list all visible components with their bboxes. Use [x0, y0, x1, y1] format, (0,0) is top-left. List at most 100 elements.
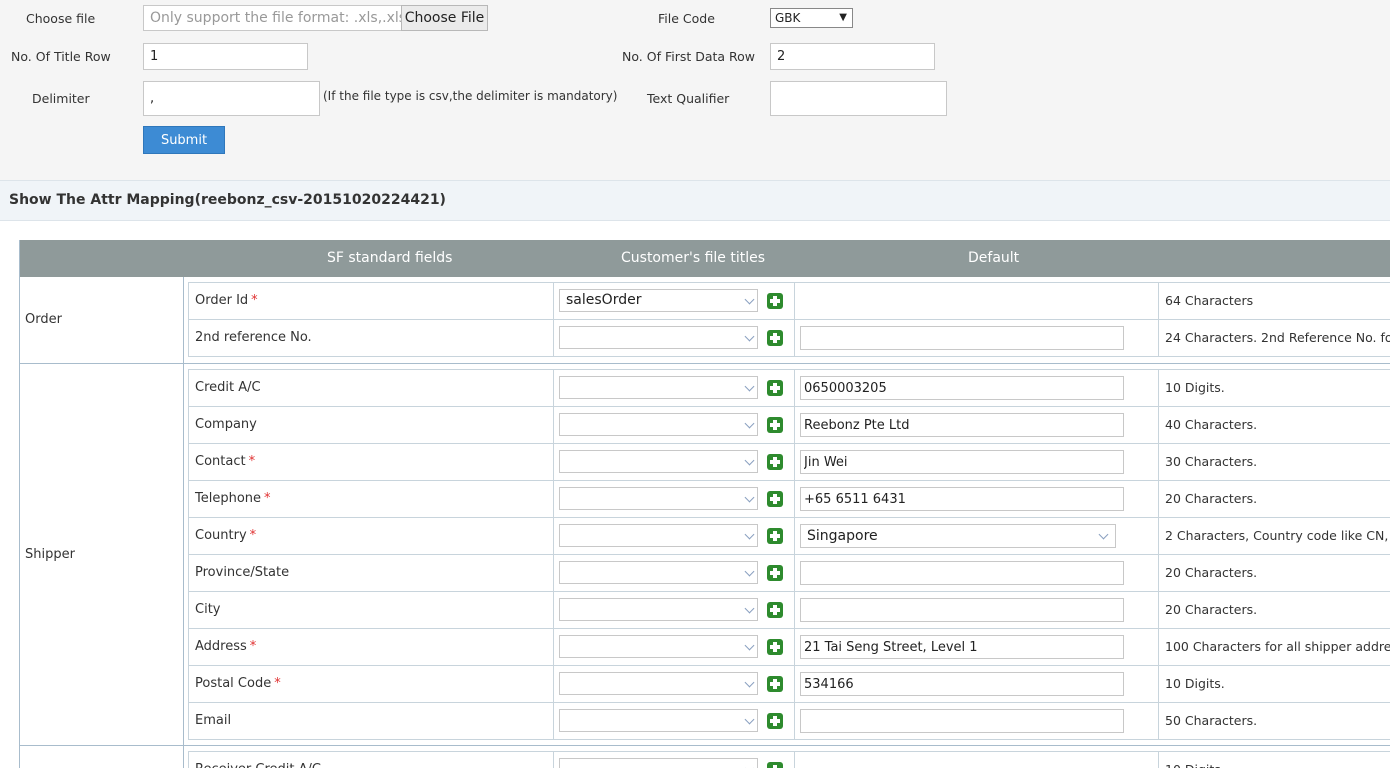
group-rows: Receiver Credit A/C 10 Digits.: [188, 751, 1390, 768]
default-value: Singapore: [807, 528, 878, 544]
field-name: 2nd reference No.: [195, 330, 312, 345]
table-row: Order Id * salesOrder 64 Characters: [189, 283, 1390, 320]
file-title-cell: [554, 592, 795, 628]
file-title-cell: [554, 370, 795, 406]
add-plus-icon[interactable]: [767, 380, 783, 396]
file-title-select[interactable]: [559, 487, 758, 510]
field-name: Postal Code: [195, 676, 272, 691]
file-title-cell: [554, 481, 795, 517]
title-row-label: No. Of Title Row: [11, 49, 111, 64]
default-input[interactable]: [800, 709, 1124, 733]
required-marker: *: [249, 639, 257, 654]
section-title: Show The Attr Mapping(reebonz_csv-201510…: [9, 192, 446, 208]
default-cell: [795, 752, 1159, 768]
file-title-select[interactable]: [559, 758, 758, 768]
add-plus-icon[interactable]: [767, 565, 783, 581]
default-input[interactable]: [800, 598, 1124, 622]
required-marker: *: [248, 454, 256, 469]
file-title-select[interactable]: [559, 709, 758, 732]
file-title-select[interactable]: [559, 376, 758, 399]
description-cell: 10 Digits.: [1165, 676, 1225, 691]
required-marker: *: [251, 293, 258, 308]
field-name: Province/State: [195, 565, 290, 580]
add-plus-icon[interactable]: [767, 491, 783, 507]
field-name-cell: City: [189, 592, 554, 628]
description-cell: 50 Characters.: [1165, 713, 1258, 728]
add-plus-icon[interactable]: [767, 417, 783, 433]
group-order: Order Order Id * salesOrder 64 Characters 2n…: [20, 277, 1390, 364]
chevron-down-icon: [744, 566, 755, 577]
default-input[interactable]: [800, 561, 1124, 585]
file-code-value: GBK: [775, 11, 801, 25]
delimiter-input[interactable]: [143, 81, 320, 116]
file-title-cell: [554, 407, 795, 443]
group-label-order: Order: [20, 277, 184, 363]
description-cell: 30 Characters.: [1165, 454, 1258, 469]
field-name-cell: Order Id *: [189, 283, 554, 319]
add-plus-icon[interactable]: [767, 454, 783, 470]
table-row: Country * Singapore 2 Characters, Country c…: [189, 518, 1390, 555]
table-header: SF standard fields Customer's file title…: [20, 240, 1390, 277]
default-input[interactable]: [800, 326, 1124, 350]
description-cell: 20 Characters.: [1165, 602, 1258, 617]
add-plus-icon[interactable]: [767, 762, 783, 768]
field-name-cell: Telephone *: [189, 481, 554, 517]
file-code-select[interactable]: GBK ▼: [770, 8, 853, 28]
table-row: Contact* 30 Characters.: [189, 444, 1390, 481]
delimiter-note: (If the file type is csv,the delimiter i…: [323, 89, 618, 103]
chevron-down-icon: [744, 381, 755, 392]
title-row-input[interactable]: [143, 43, 308, 70]
default-input[interactable]: [800, 376, 1124, 400]
default-input[interactable]: [800, 635, 1124, 659]
add-plus-icon[interactable]: [767, 330, 783, 346]
file-title-cell: [554, 666, 795, 702]
default-cell: [795, 555, 1159, 591]
table-row: Company 40 Characters.: [189, 407, 1390, 444]
submit-button[interactable]: Submit: [143, 126, 225, 154]
default-input[interactable]: [800, 450, 1124, 474]
add-plus-icon[interactable]: [767, 602, 783, 618]
group-receiver: Receiver Credit A/C 10 Digits.: [20, 746, 1390, 768]
file-title-select[interactable]: [559, 326, 758, 349]
default-cell: [795, 481, 1159, 517]
file-title-select[interactable]: [559, 450, 758, 473]
add-plus-icon[interactable]: [767, 713, 783, 729]
default-input[interactable]: [800, 487, 1124, 511]
header-sf-fields: SF standard fields: [327, 250, 453, 266]
default-country-select[interactable]: Singapore: [800, 524, 1116, 548]
chevron-down-icon: [744, 331, 755, 342]
default-cell: [795, 370, 1159, 406]
file-title-cell: [554, 518, 795, 554]
chevron-down-icon: [744, 763, 755, 768]
text-qualifier-input[interactable]: [770, 81, 947, 116]
file-title-select[interactable]: [559, 524, 758, 547]
first-data-row-input[interactable]: [770, 43, 935, 70]
add-plus-icon[interactable]: [767, 676, 783, 692]
file-title-cell: [554, 444, 795, 480]
default-cell: [795, 444, 1159, 480]
required-marker: *: [264, 491, 271, 506]
first-data-row-label: No. Of First Data Row: [622, 49, 756, 64]
file-title-cell: salesOrder: [554, 283, 795, 319]
file-title-select[interactable]: [559, 672, 758, 695]
file-title-select[interactable]: salesOrder: [559, 289, 758, 312]
file-title-select[interactable]: [559, 635, 758, 658]
default-input[interactable]: [800, 672, 1124, 696]
choose-file-button[interactable]: Choose File: [401, 5, 488, 31]
file-title-cell: [554, 752, 795, 768]
add-plus-icon[interactable]: [767, 293, 783, 309]
default-input[interactable]: [800, 413, 1124, 437]
field-name: Order Id: [195, 293, 249, 308]
add-plus-icon[interactable]: [767, 528, 783, 544]
add-plus-icon[interactable]: [767, 639, 783, 655]
choose-file-label: Choose file: [26, 11, 96, 26]
file-path-input[interactable]: Only support the file format: .xls,.xlsx: [143, 5, 402, 31]
file-title-select[interactable]: [559, 598, 758, 621]
file-title-select[interactable]: [559, 561, 758, 584]
required-marker: *: [249, 528, 257, 543]
file-title-cell: [554, 555, 795, 591]
file-title-select[interactable]: [559, 413, 758, 436]
chevron-down-icon: [744, 640, 755, 651]
table-row: Postal Code* 10 Digits.: [189, 666, 1390, 703]
group-shipper: Shipper Credit A/C 10 Digits. Company 40 Ch…: [20, 364, 1390, 746]
